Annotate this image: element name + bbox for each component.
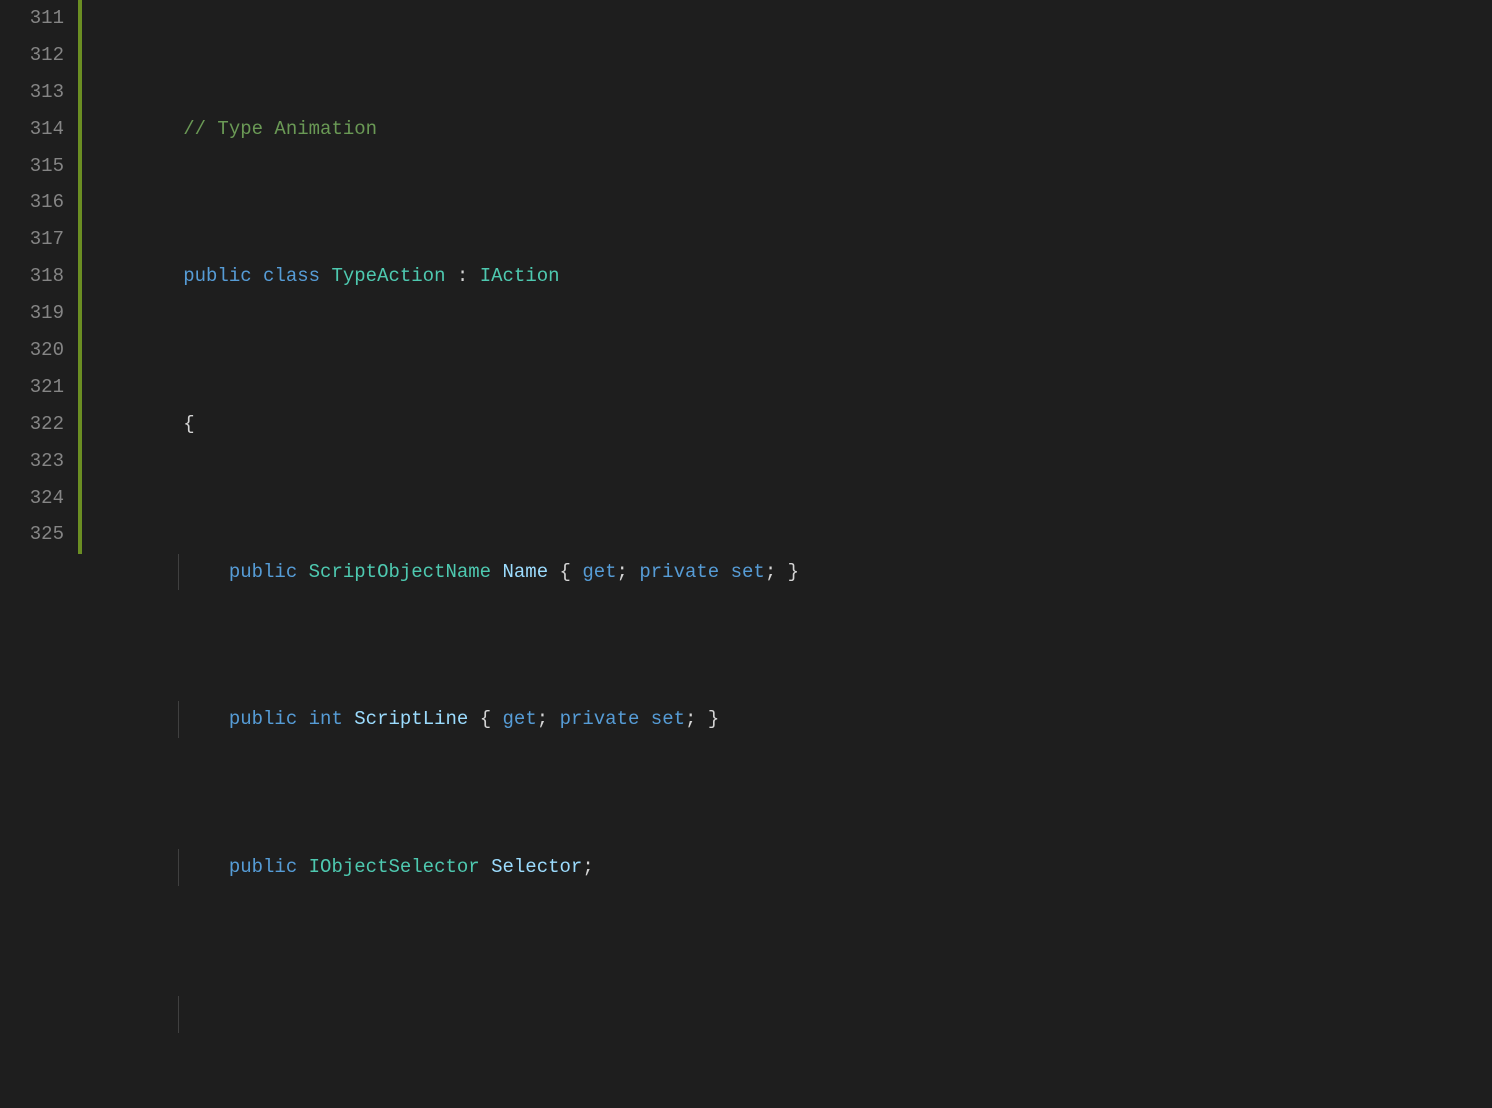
space (343, 708, 354, 730)
line-number: 322 (0, 406, 78, 443)
keyword-get: get (503, 708, 537, 730)
code-area[interactable]: // Type Animation public class TypeActio… (82, 0, 1492, 554)
indent-guide (178, 701, 179, 738)
line-number: 323 (0, 443, 78, 480)
brace: } (708, 708, 719, 730)
indent (92, 118, 183, 140)
indent (92, 856, 229, 878)
keyword-public: public (183, 265, 251, 287)
colon: : (446, 265, 480, 287)
line-number: 321 (0, 369, 78, 406)
space (297, 561, 308, 583)
indent (92, 265, 183, 287)
line-number: 312 (0, 37, 78, 74)
indent-guide (178, 849, 179, 886)
line-number: 315 (0, 148, 78, 185)
line-number: 316 (0, 184, 78, 221)
keyword-class: class (263, 265, 320, 287)
keyword-get: get (582, 561, 616, 583)
space (491, 561, 502, 583)
semicolon: ; (582, 856, 593, 878)
code-line[interactable]: { (92, 406, 1492, 443)
keyword-public: public (229, 856, 297, 878)
line-number: 320 (0, 332, 78, 369)
space (480, 856, 491, 878)
keyword-private: private (560, 708, 640, 730)
indent-guide (178, 554, 179, 591)
space (297, 708, 308, 730)
keyword-private: private (639, 561, 719, 583)
indent-guide (178, 996, 179, 1033)
line-number: 318 (0, 258, 78, 295)
class-name: TypeAction (331, 265, 445, 287)
keyword-public: public (229, 708, 297, 730)
space (719, 561, 730, 583)
type-name: ScriptObjectName (309, 561, 491, 583)
field-name: Selector (491, 856, 582, 878)
keyword-public: public (229, 561, 297, 583)
code-editor[interactable]: 311 312 313 314 315 316 317 318 319 320 … (0, 0, 1492, 554)
line-number-gutter: 311 312 313 314 315 316 317 318 319 320 … (0, 0, 78, 554)
brace: { (468, 708, 502, 730)
indent (92, 413, 183, 435)
brace: } (788, 561, 799, 583)
type-int: int (309, 708, 343, 730)
comment: // Type Animation (183, 118, 377, 140)
code-line[interactable]: public class TypeAction : IAction (92, 258, 1492, 295)
brace-open: { (183, 413, 194, 435)
indent (92, 708, 229, 730)
space (297, 856, 308, 878)
semicolon: ; (765, 561, 788, 583)
space (252, 265, 263, 287)
line-number: 313 (0, 74, 78, 111)
keyword-set: set (651, 708, 685, 730)
line-number: 317 (0, 221, 78, 258)
line-number: 324 (0, 480, 78, 517)
line-number: 325 (0, 516, 78, 553)
property-name: ScriptLine (354, 708, 468, 730)
code-line[interactable]: public IObjectSelector Selector; (92, 849, 1492, 886)
line-number: 319 (0, 295, 78, 332)
type-name: IObjectSelector (309, 856, 480, 878)
brace: { (548, 561, 582, 583)
code-line[interactable]: // Type Animation (92, 111, 1492, 148)
space (639, 708, 650, 730)
property-name: Name (503, 561, 549, 583)
space (320, 265, 331, 287)
semicolon: ; (617, 561, 640, 583)
code-line[interactable]: public ScriptObjectName Name { get; priv… (92, 554, 1492, 591)
indent (92, 561, 229, 583)
code-line[interactable] (92, 996, 1492, 1033)
keyword-set: set (731, 561, 765, 583)
semicolon: ; (685, 708, 708, 730)
semicolon: ; (537, 708, 560, 730)
code-line[interactable]: public int ScriptLine { get; private set… (92, 701, 1492, 738)
line-number: 314 (0, 111, 78, 148)
interface-name: IAction (480, 265, 560, 287)
line-number: 311 (0, 0, 78, 37)
